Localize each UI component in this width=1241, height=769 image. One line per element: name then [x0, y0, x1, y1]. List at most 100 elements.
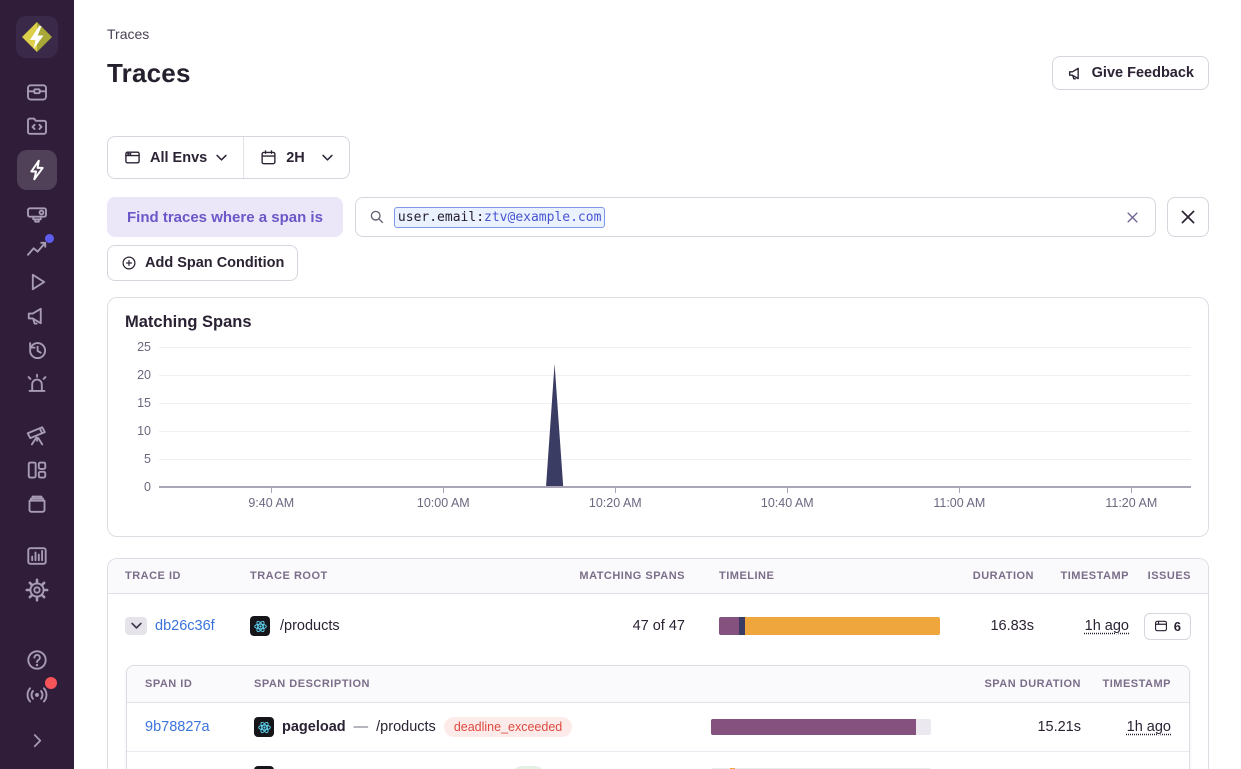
- sidebar-item-code-folder[interactable]: [17, 109, 57, 143]
- chevron-down-icon: [131, 622, 142, 630]
- time-range-dropdown[interactable]: 2H: [244, 137, 349, 178]
- chart-plot: [159, 347, 1191, 487]
- span-search-input[interactable]: user.email:ztv@example.com: [355, 197, 1156, 237]
- sidebar-item-projector[interactable]: [17, 197, 57, 231]
- react-icon: [254, 717, 274, 737]
- token-key: user.email:: [398, 210, 484, 225]
- page-title: Traces: [107, 58, 191, 89]
- play-icon: [25, 270, 49, 294]
- sidebar-collapse[interactable]: [17, 725, 57, 755]
- col-duration: DURATION: [948, 570, 1034, 582]
- chevron-down-icon: [322, 154, 333, 162]
- layout-grid-icon: [25, 458, 49, 482]
- span-timestamp[interactable]: 1h ago: [1127, 719, 1171, 735]
- span-op: pageload: [282, 719, 346, 735]
- sidebar-item-play[interactable]: [17, 265, 57, 299]
- chart-area-svg: [159, 347, 1191, 487]
- close-icon: [1181, 210, 1195, 224]
- clock-rewind-icon: [25, 338, 49, 362]
- give-feedback-label: Give Feedback: [1092, 65, 1194, 81]
- search-icon: [369, 209, 385, 225]
- sidebar-item-gear[interactable]: [17, 573, 57, 607]
- close-icon: [1127, 212, 1138, 223]
- sidebar-item-broadcast[interactable]: [17, 677, 57, 711]
- chart-x-axis: 9:40 AM10:00 AM10:20 AM10:40 AM11:00 AM1…: [159, 488, 1191, 516]
- trace-timestamp[interactable]: 1h ago: [1085, 618, 1129, 634]
- spans-chart: 2520151050 9:40 AM10:00 AM10:20 AM10:40 …: [125, 347, 1191, 516]
- megaphone-icon: [1067, 65, 1084, 82]
- notification-dot-blue: [45, 234, 54, 243]
- span-table-header: SPAN ID SPAN DESCRIPTION SPAN DURATION T…: [127, 666, 1189, 703]
- sidebar-item-briefcase[interactable]: [17, 75, 57, 109]
- col-timeline: TIMELINE: [685, 570, 948, 582]
- add-span-condition-button[interactable]: Add Span Condition: [107, 245, 298, 281]
- lightning-diamond-logo-icon: [16, 16, 58, 58]
- status-badge: ok: [512, 766, 545, 769]
- issues-count-button[interactable]: 6: [1144, 613, 1191, 640]
- span-condition-label: Find traces where a span is: [107, 197, 343, 237]
- col-trace-id: TRACE ID: [108, 570, 250, 582]
- chart-y-axis: 2520151050: [125, 347, 151, 487]
- col-timestamp: TIMESTAMP: [1034, 570, 1129, 582]
- plus-circle-icon: [121, 255, 137, 271]
- chevron-down-icon: [216, 154, 227, 162]
- app-logo[interactable]: [16, 16, 58, 58]
- sidebar-item-lightning-active[interactable]: [17, 150, 57, 190]
- sidebar-item-layout-grid[interactable]: [17, 453, 57, 487]
- col-span-id: SPAN ID: [127, 678, 254, 690]
- trace-row[interactable]: db26c36f /products 47 of 47 16.83s 1h ag…: [108, 594, 1208, 658]
- env-filter-dropdown[interactable]: All Envs: [108, 137, 243, 178]
- span-description: /products: [376, 719, 436, 735]
- sidebar-item-archive-box[interactable]: [17, 487, 57, 521]
- span-timeline-track: [711, 719, 931, 735]
- span-table: SPAN ID SPAN DESCRIPTION SPAN DURATION T…: [126, 665, 1190, 769]
- express-icon: ex: [254, 766, 274, 769]
- sidebar-item-chart-up[interactable]: [17, 231, 57, 265]
- sidebar-bottom-group: [17, 643, 57, 769]
- sidebar-item-telescope[interactable]: [17, 419, 57, 453]
- span-row[interactable]: 9b78827a pageload — /products deadline_e…: [127, 703, 1189, 751]
- breadcrumb[interactable]: Traces: [107, 26, 1209, 42]
- sidebar-item-bar-chart[interactable]: [17, 539, 57, 573]
- trace-id-link[interactable]: db26c36f: [155, 618, 215, 634]
- trace-table: TRACE ID TRACE ROOT MATCHING SPANS TIMEL…: [107, 558, 1209, 769]
- chart-series-area: [159, 364, 1191, 487]
- trace-root-value: /products: [280, 618, 340, 634]
- col-span-timestamp: TIMESTAMP: [1081, 678, 1189, 690]
- lightning-icon: [25, 158, 49, 182]
- code-folder-icon: [25, 114, 49, 138]
- col-span-description: SPAN DESCRIPTION: [254, 678, 711, 690]
- help-circle-icon: [25, 648, 49, 672]
- sidebar: [0, 0, 74, 769]
- col-issues: ISSUES: [1129, 570, 1208, 582]
- remove-condition-button[interactable]: [1167, 197, 1209, 237]
- sidebar-item-siren[interactable]: [17, 367, 57, 401]
- span-id-link[interactable]: 9b78827a: [145, 719, 210, 735]
- time-range-value: 2H: [286, 150, 305, 166]
- filter-bar: All Envs 2H: [107, 136, 350, 179]
- window-icon: [124, 149, 141, 166]
- siren-icon: [25, 372, 49, 396]
- collapse-trace-button[interactable]: [125, 617, 147, 635]
- archive-box-icon: [25, 492, 49, 516]
- separator-dash: —: [354, 719, 369, 735]
- trace-duration: 16.83s: [948, 618, 1034, 634]
- sidebar-item-megaphone[interactable]: [17, 299, 57, 333]
- telescope-icon: [25, 424, 49, 448]
- sidebar-item-clock-rewind[interactable]: [17, 333, 57, 367]
- give-feedback-button[interactable]: Give Feedback: [1052, 56, 1209, 90]
- search-token[interactable]: user.email:ztv@example.com: [394, 207, 606, 228]
- notification-dot-red: [45, 677, 57, 689]
- chart-title: Matching Spans: [125, 313, 1191, 332]
- span-row[interactable]: b7a7e441 ex http.server — GET /organizat…: [127, 751, 1189, 769]
- matching-spans-value: 47 of 47: [535, 618, 685, 634]
- megaphone-icon: [25, 304, 49, 328]
- briefcase-icon: [25, 80, 49, 104]
- env-filter-value: All Envs: [150, 150, 207, 166]
- span-duration: 15.21s: [971, 719, 1081, 735]
- clear-search-button[interactable]: [1123, 208, 1142, 227]
- main-content: Traces Traces Give Feedback All Envs 2H: [74, 0, 1241, 769]
- col-trace-root: TRACE ROOT: [250, 570, 535, 582]
- gear-icon: [25, 578, 49, 602]
- sidebar-item-help[interactable]: [17, 643, 57, 677]
